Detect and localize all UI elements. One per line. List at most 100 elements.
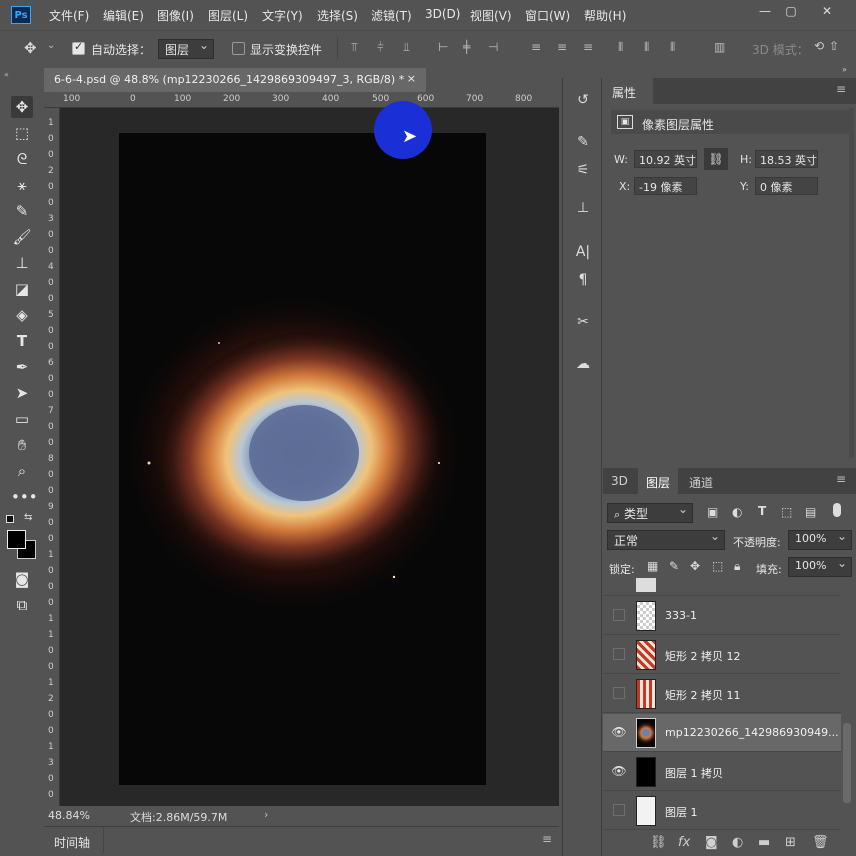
new-layer-icon[interactable]: ⊞ bbox=[785, 835, 796, 850]
delete-layer-icon[interactable]: 🗑︎ bbox=[812, 835, 829, 850]
y-field[interactable]: 0 像素 bbox=[755, 177, 818, 195]
zoom-level[interactable]: 48.84% bbox=[48, 809, 90, 822]
layer-row-selected[interactable]: 👁︎ mp12230266_142986930949... bbox=[603, 714, 841, 752]
paint-bucket-tool-icon[interactable]: ◈ bbox=[11, 304, 33, 326]
layer-row[interactable]: 333-1 bbox=[603, 597, 841, 635]
menu-window[interactable]: 窗口(W) bbox=[525, 7, 570, 24]
more-tools-icon[interactable]: ••• bbox=[11, 486, 38, 508]
collapse-panels-icon[interactable]: » bbox=[842, 65, 847, 74]
distribute-hcenter-icon[interactable]: ⦀ bbox=[644, 40, 649, 55]
ruler-horizontal[interactable]: 100 0 100 200 300 400 500 600 700 800 bbox=[44, 92, 559, 108]
distribute-left-icon[interactable]: ⦀ bbox=[618, 40, 623, 55]
link-layers-icon[interactable]: ⛓ bbox=[650, 835, 667, 850]
timeline-tab[interactable]: 时间轴 bbox=[54, 834, 90, 851]
history-icon[interactable]: ↺ bbox=[573, 90, 593, 110]
3d-rotate-icon[interactable]: ⟲ bbox=[814, 39, 824, 53]
tab-3d[interactable]: 3D bbox=[603, 468, 636, 494]
magic-wand-tool-icon[interactable]: ⚹ bbox=[11, 174, 33, 196]
move-tool-icon[interactable]: ✥ bbox=[11, 96, 33, 118]
add-mask-icon[interactable]: ◙ bbox=[705, 835, 718, 850]
visibility-toggle[interactable] bbox=[613, 648, 625, 660]
panel-menu-icon[interactable]: ≡ bbox=[836, 472, 846, 486]
menu-filter[interactable]: 滤镜(T) bbox=[371, 7, 412, 24]
link-dimensions-icon[interactable]: ⛓ bbox=[704, 148, 728, 170]
collapse-toolbar-icon[interactable]: « bbox=[4, 70, 9, 79]
scrollbar[interactable] bbox=[849, 108, 854, 458]
restore-button[interactable]: ▢ bbox=[782, 4, 800, 18]
panel-menu-icon[interactable]: ≡ bbox=[836, 82, 846, 96]
align-hcenter-icon[interactable]: ╪ bbox=[463, 40, 470, 54]
align-left-icon[interactable]: ⊢ bbox=[438, 40, 448, 54]
width-field[interactable]: 10.92 英寸 bbox=[634, 150, 697, 168]
new-group-icon[interactable]: ▬ bbox=[758, 835, 770, 850]
path-selection-tool-icon[interactable]: ➤ bbox=[11, 382, 33, 404]
menu-select[interactable]: 选择(S) bbox=[317, 7, 358, 24]
character-icon[interactable]: A| bbox=[573, 242, 593, 262]
fill-field[interactable]: 100% bbox=[788, 556, 852, 577]
auto-select-target-dropdown[interactable]: 图层 bbox=[158, 38, 214, 59]
eye-icon[interactable]: 👁︎ bbox=[611, 725, 627, 739]
brush-settings-icon[interactable]: ✎ bbox=[573, 132, 593, 152]
tool-presets-icon[interactable]: ✂ bbox=[573, 312, 593, 332]
lock-transparent-icon[interactable]: ▦ bbox=[647, 559, 658, 573]
layer-name[interactable]: 333-1 bbox=[665, 609, 697, 622]
layer-name[interactable]: 图层 1 bbox=[665, 804, 698, 820]
share-icon[interactable]: ⇧ bbox=[829, 39, 839, 53]
quick-mask-icon[interactable]: ◙ bbox=[11, 568, 33, 590]
move-tool-preset-icon[interactable]: ✥ bbox=[24, 39, 37, 57]
visibility-toggle[interactable] bbox=[613, 609, 625, 621]
layers-scrollbar[interactable] bbox=[843, 723, 851, 803]
height-field[interactable]: 18.53 英寸 bbox=[755, 150, 818, 168]
menu-edit[interactable]: 编辑(E) bbox=[103, 7, 144, 24]
lock-pixels-icon[interactable]: ✎ bbox=[669, 559, 679, 573]
close-document-icon[interactable]: × bbox=[407, 72, 416, 85]
paragraph-icon[interactable]: ¶ bbox=[573, 270, 593, 290]
layer-name[interactable]: 矩形 2 拷贝 11 bbox=[665, 687, 741, 703]
distribute-bottom-icon[interactable]: ≡ bbox=[583, 40, 593, 54]
filter-smart-object-icon[interactable]: ▤ bbox=[805, 505, 816, 519]
distribute-top-icon[interactable]: ≡ bbox=[531, 40, 541, 54]
layer-row[interactable]: 图层 1 bbox=[603, 792, 841, 830]
opacity-field[interactable]: 100% bbox=[788, 529, 852, 550]
default-colors-icon[interactable] bbox=[6, 515, 14, 523]
tab-channels[interactable]: 通道 bbox=[681, 468, 721, 494]
adjustments-icon[interactable]: ⚟ bbox=[573, 160, 593, 180]
layer-filter-dropdown[interactable]: ⌕ 类型 bbox=[607, 502, 693, 523]
filter-type-icon[interactable]: T bbox=[758, 504, 766, 518]
menu-layer[interactable]: 图层(L) bbox=[208, 7, 248, 24]
adjustment-layer-icon[interactable]: ◐ bbox=[732, 835, 743, 850]
show-transform-checkbox[interactable] bbox=[232, 42, 245, 55]
clone-source-icon[interactable]: ⊥ bbox=[573, 198, 593, 218]
layer-row-partial[interactable] bbox=[603, 578, 841, 596]
stamp-tool-icon[interactable]: ⊥ bbox=[11, 252, 33, 274]
menu-file[interactable]: 文件(F) bbox=[49, 7, 89, 24]
brush-tool-icon[interactable]: 🖌︎ bbox=[11, 226, 33, 248]
layer-name[interactable]: mp12230266_142986930949... bbox=[665, 726, 839, 739]
menu-3d[interactable]: 3D(D) bbox=[425, 7, 460, 21]
visibility-toggle[interactable] bbox=[613, 687, 625, 699]
distribute-right-icon[interactable]: ⦀ bbox=[670, 40, 675, 55]
auto-select-checkbox[interactable] bbox=[72, 40, 85, 55]
type-tool-icon[interactable]: T bbox=[11, 330, 33, 352]
layer-row[interactable]: 矩形 2 拷贝 12 bbox=[603, 636, 841, 674]
eraser-tool-icon[interactable]: ◪ bbox=[11, 278, 33, 300]
filter-adjustment-icon[interactable]: ◐ bbox=[732, 505, 742, 519]
align-top-icon[interactable]: ⫪ bbox=[351, 40, 358, 55]
x-field[interactable]: -19 像素 bbox=[634, 177, 697, 195]
swap-colors-icon[interactable]: ⇆ bbox=[24, 512, 32, 523]
menu-help[interactable]: 帮助(H) bbox=[584, 7, 626, 24]
ruler-vertical[interactable]: 1 0 0 2 0 0 3 0 0 4 0 0 5 0 0 6 0 0 7 0 0 8 0 0 9 0 0 1 0 0 0 1 1 0 0 1 2 0 0 1… bbox=[44, 108, 60, 806]
chevron-down-icon[interactable]: ⌄ bbox=[47, 40, 55, 51]
auto-align-icon[interactable]: ▥ bbox=[714, 40, 725, 54]
eye-icon[interactable]: 👁︎ bbox=[611, 764, 627, 778]
eyedropper-tool-icon[interactable]: ✎ bbox=[11, 200, 33, 222]
visibility-toggle[interactable] bbox=[613, 804, 625, 816]
zoom-tool-icon[interactable]: ⌕ bbox=[11, 460, 33, 482]
foreground-color-swatch[interactable] bbox=[7, 530, 26, 549]
libraries-icon[interactable]: ☁ bbox=[573, 354, 593, 374]
chevron-right-icon[interactable]: › bbox=[264, 808, 268, 821]
lock-position-icon[interactable]: ✥ bbox=[690, 559, 700, 573]
marquee-tool-icon[interactable]: ⬚ bbox=[11, 122, 33, 144]
align-right-icon[interactable]: ⊣ bbox=[488, 40, 498, 54]
align-bottom-icon[interactable]: ⫫ bbox=[403, 40, 410, 55]
